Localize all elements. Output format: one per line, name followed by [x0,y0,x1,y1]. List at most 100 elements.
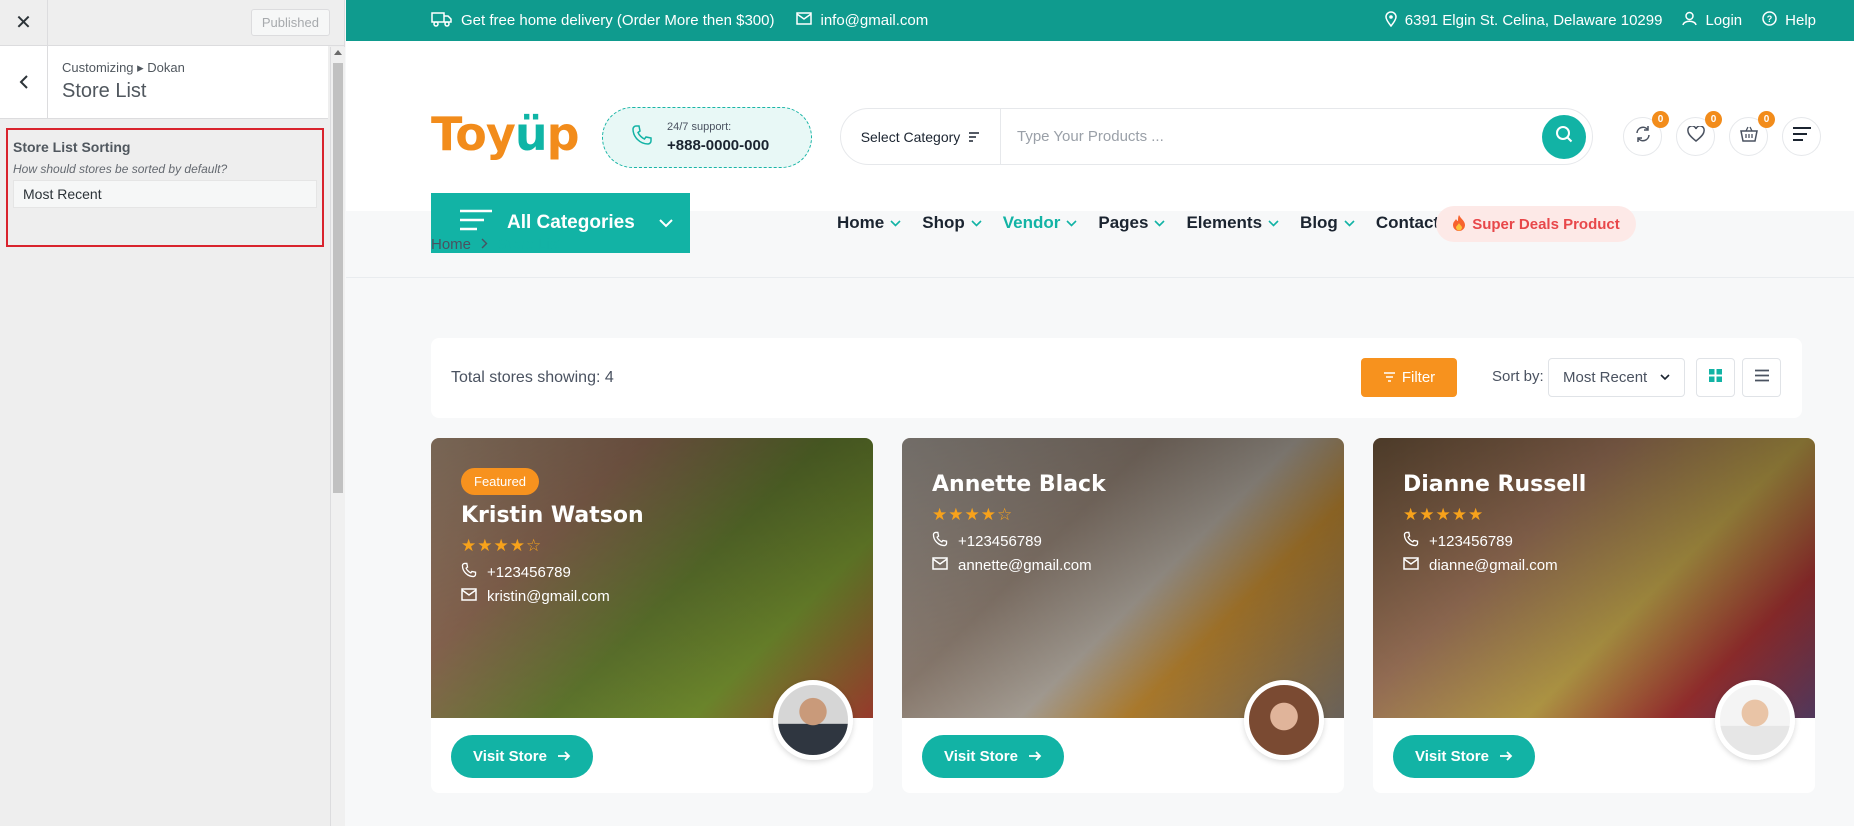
chevron-down-icon [1660,374,1670,381]
store-email: dianne@gmail.com [1429,557,1558,574]
avatar [773,680,853,760]
chevron-right-icon [481,236,488,253]
close-icon[interactable]: ✕ [0,0,48,46]
filter-lines-icon [968,129,980,145]
store-email: annette@gmail.com [958,557,1092,574]
rating-stars: ★★★★★ [1403,505,1485,524]
search-button[interactable] [1542,114,1586,159]
store-info: Dianne Russell ★★★★★ +123456789 dianne@g… [1403,472,1586,574]
mail-icon [796,12,813,29]
arrow-right-icon [1499,748,1513,765]
delivery-text: Get free home delivery (Order More then … [461,12,775,29]
store-name[interactable]: Kristin Watson [461,503,644,528]
hamburger-icon [1792,127,1812,146]
header-actions: 0 0 0 [1623,111,1821,156]
sort-select[interactable]: Most Recent [1548,358,1685,397]
filter-button[interactable]: Filter [1361,358,1457,397]
breadcrumb-home[interactable]: Home [431,236,471,253]
topbar-email[interactable]: info@gmail.com [820,12,928,29]
customizer-section-header: Customizing ▸ Dokan Store List [0,46,328,119]
store-info: Annette Black ★★★★☆ +123456789 annette@g… [932,472,1106,574]
refresh-icon [1634,125,1652,148]
visit-store-button[interactable]: Visit Store [922,735,1064,778]
phone-icon [461,562,477,582]
truck-icon [431,11,453,31]
wishlist-button[interactable]: 0 [1676,111,1722,156]
breadcrumb-current: Store List [498,236,562,253]
user-icon [1682,11,1698,30]
sort-label: Sort by: [1492,368,1544,385]
login-link[interactable]: Login [1705,12,1742,29]
total-stores-text: Total stores showing: 4 [451,369,614,386]
compare-badge: 0 [1652,111,1669,128]
store-phone: +123456789 [487,563,571,581]
select-category-dropdown[interactable]: Select Category [841,109,1001,164]
store-card: Featured Kristin Watson ★★★★☆ +123456789… [431,438,873,793]
sorting-description: How should stores be sorted by default? [13,162,228,176]
store-list-sorting-section: Store List Sorting How should stores be … [6,128,324,247]
phone-icon [932,531,948,551]
cart-badge: 0 [1758,111,1775,128]
support-phone[interactable]: +888-0000-000 [667,137,769,154]
store-info: Featured Kristin Watson ★★★★☆ +123456789… [461,468,644,605]
scroll-up-arrow-icon[interactable] [334,50,342,55]
back-arrow-icon[interactable] [0,46,48,118]
top-bar: Get free home delivery (Order More then … [346,0,1854,41]
avatar [1244,680,1324,760]
rating-stars: ★★★★☆ [932,505,1014,524]
customizer-panel: ✕ Published Customizing ▸ Dokan Store Li… [0,0,345,826]
site-preview: Get free home delivery (Order More then … [346,0,1854,826]
arrow-right-icon [557,748,571,765]
heart-icon [1686,125,1705,147]
list-view-button[interactable] [1742,358,1781,397]
phone-icon [631,124,653,151]
phone-icon [1403,531,1419,551]
store-email: kristin@gmail.com [487,588,610,605]
topbar-address: 6391 Elgin St. Celina, Delaware 10299 [1404,12,1663,29]
store-toolbar: Total stores showing: 4 Filter Sort by: … [431,338,1802,418]
visit-store-button[interactable]: Visit Store [1393,735,1535,778]
store-card: Dianne Russell ★★★★★ +123456789 dianne@g… [1373,438,1815,793]
support-box: 24/7 support: +888-0000-000 [602,107,812,168]
site-logo[interactable]: Toyüp [431,107,580,161]
filter-lines-icon [1383,369,1396,386]
basket-icon [1739,126,1758,147]
help-icon: ? [1762,11,1777,30]
sorting-select[interactable]: Most Recent [13,180,317,208]
store-name[interactable]: Dianne Russell [1403,472,1586,497]
help-link[interactable]: Help [1785,12,1816,29]
search-input[interactable]: Type Your Products ... [1001,109,1542,164]
menu-button[interactable] [1782,117,1821,156]
arrow-right-icon [1028,748,1042,765]
customizer-header-bar: ✕ Published [0,0,344,46]
customizer-scrollbar[interactable] [330,47,345,826]
sorting-title: Store List Sorting [13,139,131,155]
svg-text:?: ? [1767,14,1773,24]
store-phone: +123456789 [958,532,1042,550]
breadcrumb: Home Store List [346,212,1854,278]
visit-store-button[interactable]: Visit Store [451,735,593,778]
wishlist-badge: 0 [1705,111,1722,128]
store-card: Annette Black ★★★★☆ +123456789 annette@g… [902,438,1344,793]
store-name[interactable]: Annette Black [932,472,1106,497]
compare-button[interactable]: 0 [1623,111,1669,156]
customizer-breadcrumb: Customizing ▸ Dokan [62,60,185,75]
list-icon [1754,369,1770,387]
scrollbar-thumb[interactable] [333,63,343,493]
grid-icon [1708,368,1723,388]
site-header: Toyüp 24/7 support: +888-0000-000 Select… [346,41,1854,253]
support-label: 24/7 support: [667,121,732,133]
mail-icon [932,557,948,574]
map-pin-icon [1385,10,1397,31]
published-button[interactable]: Published [250,9,330,36]
rating-stars: ★★★★☆ [461,536,543,555]
store-phone: +123456789 [1429,532,1513,550]
store-cards: Featured Kristin Watson ★★★★☆ +123456789… [431,438,1831,793]
featured-badge: Featured [461,468,540,495]
avatar [1715,680,1795,760]
mail-icon [1403,557,1419,574]
cart-button[interactable]: 0 [1729,111,1775,156]
search-icon [1555,125,1573,148]
customizer-title: Store List [62,80,147,102]
grid-view-button[interactable] [1696,358,1735,397]
